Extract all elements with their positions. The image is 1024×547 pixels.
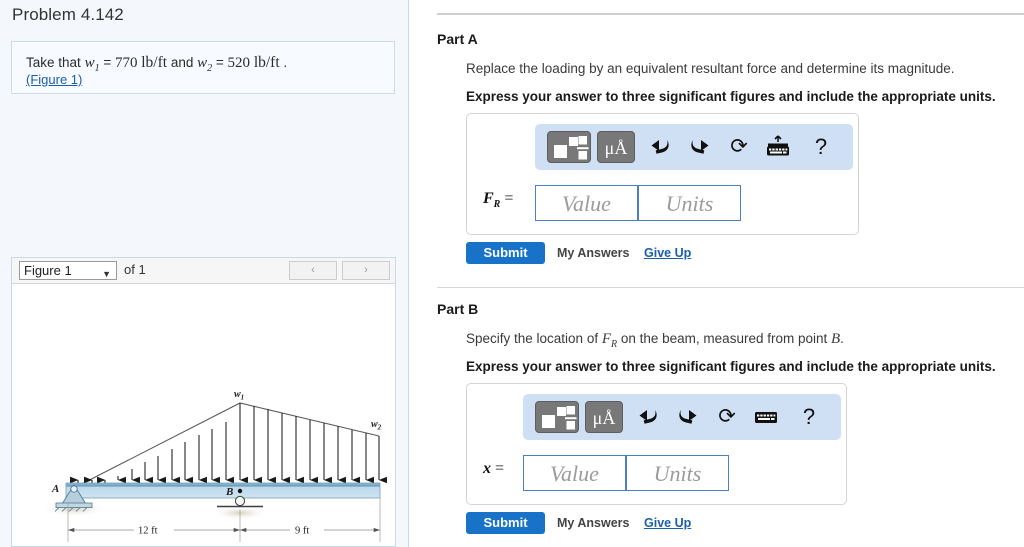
redo-icon[interactable] — [685, 133, 713, 161]
redo-icon[interactable] — [673, 403, 701, 431]
units-icon-label: μÅ — [604, 138, 628, 158]
help-icon[interactable]: ? — [795, 401, 823, 433]
part-a-heading: Part A — [437, 31, 478, 47]
units-icon[interactable]: μÅ — [597, 131, 635, 163]
figure-select[interactable]: Figure 1 ▼ — [19, 261, 117, 280]
w1-symbol: w1 — [84, 55, 100, 74]
beam-loading-diagram: w1 w2 A B 12 ft 9 ft — [41, 389, 387, 542]
part-b-value-input[interactable]: Value — [523, 455, 626, 491]
part-a-submit-button[interactable]: Submit — [466, 242, 545, 264]
problem-left-panel: Problem 4.142 Take that w1 = 770 lb/ft a… — [0, 0, 409, 547]
part-b-give-up-link[interactable]: Give Up — [644, 516, 691, 530]
part-b-prompt-seg0: Specify the location of — [466, 331, 602, 346]
point-B-marker — [237, 488, 243, 494]
statement-conjunction: and — [170, 55, 194, 70]
part-b-answer-box: μÅ ⟳ ? x = Value Units — [466, 383, 847, 505]
part-b-heading: Part B — [437, 301, 479, 317]
dimension-right-label: 9 ft — [295, 526, 309, 537]
w2-value: 520 — [227, 55, 251, 71]
w1-value: 770 — [114, 55, 138, 71]
part-b-units-input[interactable]: Units — [626, 455, 729, 491]
units-icon-label: μÅ — [592, 408, 616, 428]
part-b-toolbar: μÅ ⟳ ? — [523, 394, 841, 440]
part-b-instruction: Express your answer to three significant… — [466, 359, 996, 374]
keyboard-icon[interactable] — [763, 133, 793, 161]
part-a-give-up-link[interactable]: Give Up — [644, 246, 691, 260]
part-b-submit-button[interactable]: Submit — [466, 512, 545, 534]
undo-icon[interactable] — [635, 403, 663, 431]
math-template-icon[interactable] — [547, 131, 591, 163]
figure-toolbar: Figure 1 ▼ of 1 ‹ › — [12, 258, 395, 284]
part-b-prompt-seg3: on the beam, measured from point — [617, 331, 831, 346]
part-b-prompt-pointb: B — [831, 331, 841, 347]
w1-units: lb/ft — [141, 54, 168, 71]
figure-next-button[interactable]: › — [342, 261, 390, 280]
dimension-left-label: 12 ft — [138, 526, 158, 537]
units-icon[interactable]: μÅ — [585, 401, 623, 433]
figure-select-value: Figure 1 — [24, 263, 72, 278]
w2-symbol: w2 — [197, 55, 213, 74]
figure-label-w2: w2 — [371, 419, 382, 432]
part-b-prompt-fr: FR — [601, 331, 618, 350]
undo-icon[interactable] — [647, 133, 675, 161]
roller-support-B — [234, 495, 246, 507]
part-a-value-input[interactable]: Value — [535, 185, 638, 221]
figure-label-A: A — [51, 483, 59, 495]
part-a-my-answers-link[interactable]: My Answers — [557, 246, 629, 260]
keyboard-icon[interactable] — [751, 405, 781, 429]
part-b-prompt-seg5: . — [840, 331, 844, 346]
top-divider — [437, 13, 1024, 15]
chevron-down-icon: ▼ — [102, 269, 111, 279]
problem-page: Problem 4.142 Take that w1 = 770 lb/ft a… — [0, 0, 1024, 547]
w2-units: lb/ft — [253, 54, 280, 71]
part-divider — [437, 287, 1024, 288]
math-template-icon[interactable] — [535, 401, 579, 433]
figure-count-label: of 1 — [124, 262, 146, 277]
reset-icon[interactable]: ⟳ — [713, 402, 741, 432]
part-a-answer-label: FR = — [483, 190, 514, 211]
figure-prev-button[interactable]: ‹ — [289, 261, 337, 280]
part-a-toolbar: μÅ ⟳ ? — [535, 124, 853, 170]
part-a-units-input[interactable]: Units — [638, 185, 741, 221]
figure-reference-link[interactable]: (Figure 1) — [26, 72, 82, 87]
statement-prefix: Take that — [26, 55, 81, 70]
part-b-my-answers-link[interactable]: My Answers — [557, 516, 629, 530]
part-b-answer-label: x = — [483, 460, 505, 477]
figure-label-B: B — [225, 486, 233, 498]
part-b-prompt: Specify the location of FR on the beam, … — [466, 331, 844, 350]
page-title: Problem 4.142 — [12, 5, 124, 24]
figure-panel: Figure 1 ▼ of 1 ‹ › w1 w2 A B 12 ft 9 ft — [11, 257, 396, 547]
part-a-prompt: Replace the loading by an equivalent res… — [466, 61, 955, 76]
figure-canvas: w1 w2 A B 12 ft 9 ft — [12, 284, 395, 546]
problem-statement-box: Take that w1 = 770 lb/ft and w2 = 520 lb… — [11, 41, 395, 94]
figure-label-w1: w1 — [234, 389, 244, 402]
help-icon[interactable]: ? — [807, 131, 835, 163]
statement-period: . — [283, 55, 288, 70]
part-a-instruction: Express your answer to three significant… — [466, 89, 996, 104]
reset-icon[interactable]: ⟳ — [725, 132, 753, 162]
answer-right-panel: Part A Replace the loading by an equival… — [410, 0, 1024, 547]
part-a-answer-box: μÅ ⟳ ? FR = Value Units — [466, 113, 859, 235]
